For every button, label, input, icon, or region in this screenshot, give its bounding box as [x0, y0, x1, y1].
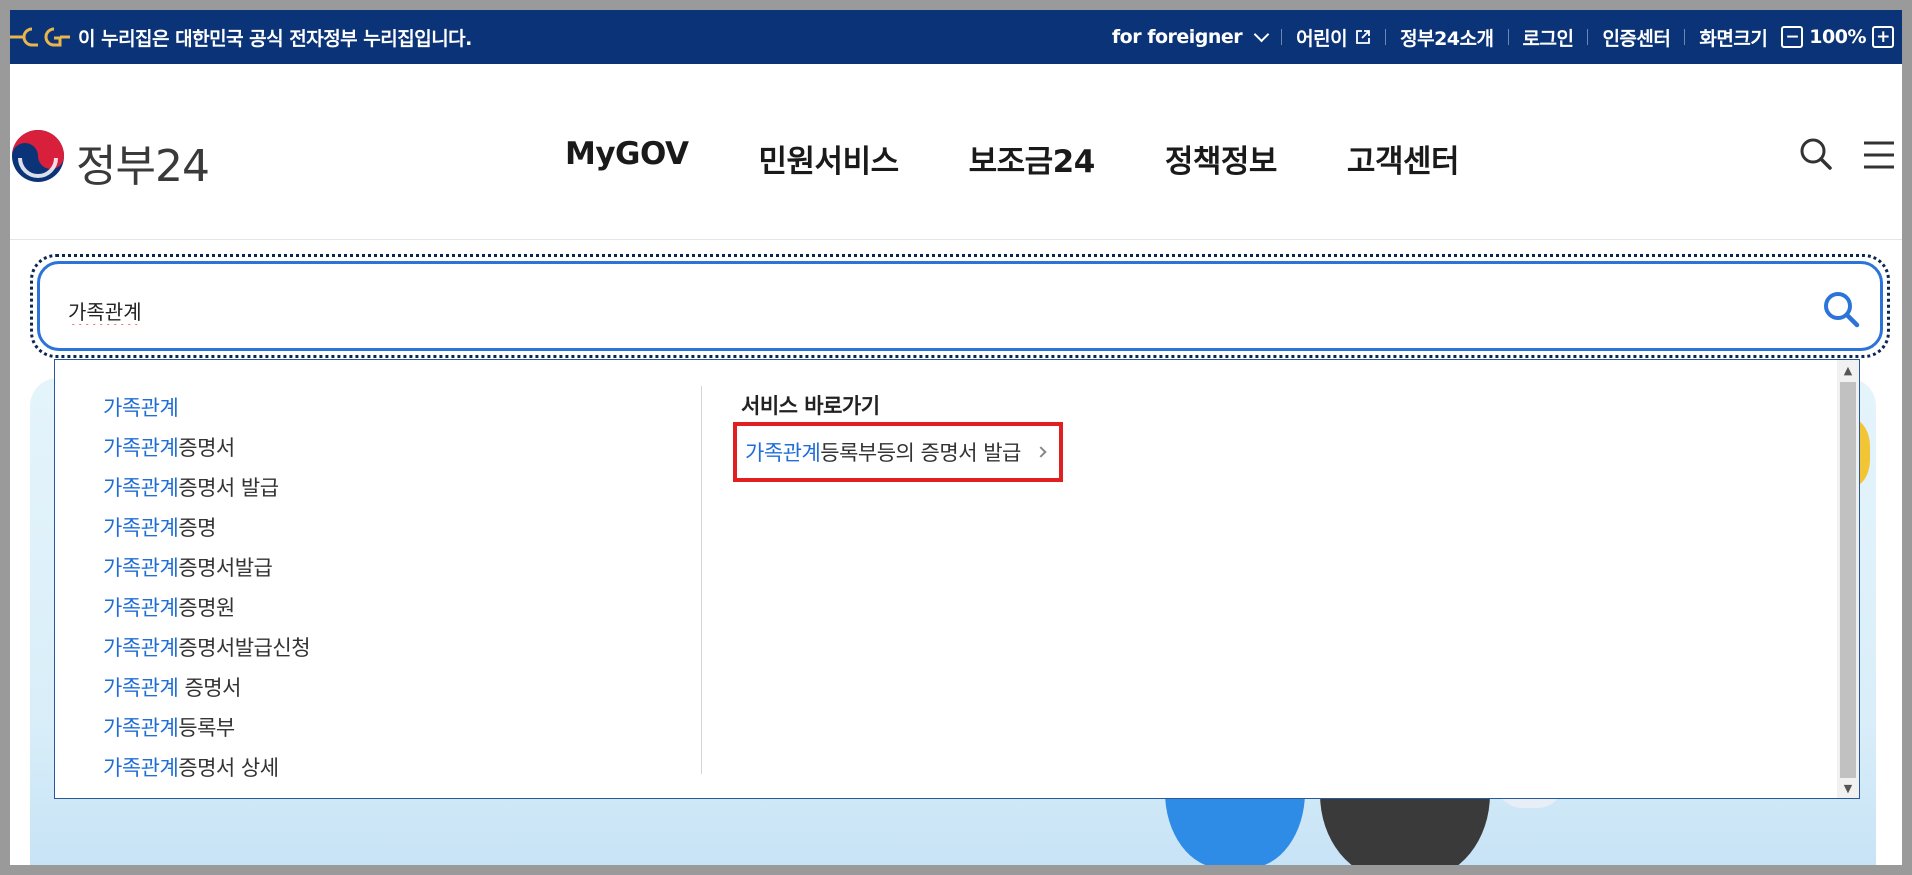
suggestion-item[interactable]: 가족관계등록부 [103, 708, 310, 748]
nav-subsidy[interactable]: 보조금24 [969, 136, 1096, 181]
suggestion-rest: 증명서 발급 [178, 476, 279, 500]
search-box [37, 261, 1883, 351]
suggestion-item[interactable]: 가족관계증명원 [103, 588, 310, 628]
search-icon[interactable] [1796, 134, 1836, 174]
gov-emblem-icon [10, 27, 70, 47]
scrollbar-thumb[interactable] [1840, 382, 1856, 778]
browser-viewport: 이 누리집은 대한민국 공식 전자정부 누리집입니다. for foreigne… [10, 10, 1902, 865]
suggestion-highlight: 가족관계 [103, 676, 179, 700]
suggestion-rest: 증명원 [178, 596, 235, 620]
screen-size-label: 화면크기 [1699, 27, 1768, 50]
hamburger-menu-icon[interactable] [1862, 138, 1896, 172]
utility-menu: for foreigner 어린이 정부24소개 로그인 인증센터 화면크기 −… [1112, 10, 1894, 64]
suggestion-rest: 증명 [178, 516, 216, 540]
suggestion-item[interactable]: 가족관계 증명서 [103, 668, 310, 708]
gov-notice-bar: 이 누리집은 대한민국 공식 전자정부 누리집입니다. for foreigne… [10, 10, 1902, 64]
for-foreigner-label: for foreigner [1111, 26, 1243, 48]
suggestion-item[interactable]: 가족관계증명서 발급 [103, 468, 310, 508]
nav-customer-center[interactable]: 고객센터 [1347, 136, 1460, 181]
suggestion-list: 가족관계 가족관계증명서 가족관계증명서 발급 가족관계증명 가족관계증명서발급… [103, 388, 311, 788]
scroll-up-arrow-icon[interactable]: ▲ [1837, 360, 1859, 380]
suggestion-rest: 증명서 [178, 436, 235, 460]
chevron-down-icon [1253, 26, 1270, 42]
service-shortcut-link[interactable]: 가족관계 등록부등의 증명서 발급 [733, 422, 1063, 482]
chevron-right-icon [1035, 446, 1047, 458]
column-divider [701, 386, 702, 774]
autocomplete-dropdown: 가족관계 가족관계증명서 가족관계증명서 발급 가족관계증명 가족관계증명서발급… [54, 359, 1860, 799]
services-shortcut-title: 서비스 바로가기 [741, 394, 880, 418]
scroll-down-arrow-icon[interactable]: ▼ [1837, 778, 1859, 798]
dropdown-scrollbar[interactable]: ▲ ▼ [1837, 360, 1859, 798]
suggestion-rest: 증명서 상세 [178, 756, 279, 780]
cert-center-link[interactable]: 인증센터 [1602, 24, 1670, 51]
suggestion-rest: 증명서 [178, 676, 241, 700]
suggestion-item[interactable]: 가족관계증명서 [103, 428, 310, 468]
children-link[interactable]: 어린이 [1296, 24, 1371, 51]
suggestion-item[interactable]: 가족관계증명서 상세 [103, 748, 310, 788]
login-link[interactable]: 로그인 [1523, 24, 1574, 51]
gov-notice-text: 이 누리집은 대한민국 공식 전자정부 누리집입니다. [78, 28, 472, 50]
suggestion-highlight: 가족관계 [103, 516, 179, 540]
divider [1507, 29, 1509, 45]
taegeuk-logo-icon[interactable] [10, 128, 66, 184]
main-nav: MyGOV 민원서비스 보조금24 정책정보 고객센터 [565, 136, 1529, 181]
suggestion-highlight: 가족관계 [103, 716, 179, 740]
nav-mygov[interactable]: MyGOV [565, 136, 689, 181]
suggestion-highlight: 가족관계 [103, 476, 179, 500]
suggestion-highlight: 가족관계 [103, 436, 179, 460]
suggestion-rest: 증명서발급신청 [178, 636, 311, 660]
site-header: 정부24 MyGOV 민원서비스 보조금24 정책정보 고객센터 [10, 64, 1902, 240]
children-label: 어린이 [1296, 27, 1348, 50]
external-link-icon [1356, 30, 1371, 44]
divider [1281, 29, 1283, 45]
suggestion-highlight: 가족관계 [103, 556, 179, 580]
search-input[interactable] [68, 288, 1768, 332]
site-logo-text[interactable]: 정부24 [76, 130, 210, 194]
search-focus-ring [30, 254, 1890, 358]
zoom-value: 100% [1809, 26, 1866, 48]
divider [1385, 29, 1387, 45]
divider [1684, 29, 1686, 45]
zoom-out-button[interactable]: − [1781, 26, 1804, 48]
suggestion-rest: 등록부 [178, 716, 235, 740]
suggestion-item[interactable]: 가족관계증명서발급신청 [103, 628, 311, 668]
suggestion-highlight: 가족관계 [103, 756, 179, 780]
zoom-in-button[interactable]: + [1872, 26, 1894, 48]
divider [1587, 29, 1589, 45]
suggestion-item[interactable]: 가족관계증명 [103, 508, 310, 548]
suggestion-rest: 증명서발급 [178, 556, 273, 580]
service-link-rest: 등록부등의 증명서 발급 [820, 441, 1021, 465]
suggestion-item[interactable]: 가족관계증명서발급 [103, 548, 310, 588]
nav-civil-service[interactable]: 민원서비스 [759, 136, 900, 181]
nav-policy-info[interactable]: 정책정보 [1165, 136, 1278, 181]
service-link-highlight: 가족관계 [745, 441, 821, 465]
suggestion-highlight: 가족관계 [103, 396, 179, 420]
about-link[interactable]: 정부24소개 [1400, 24, 1494, 51]
search-submit-icon[interactable] [1820, 288, 1862, 330]
suggestion-highlight: 가족관계 [103, 596, 179, 620]
suggestion-highlight: 가족관계 [103, 636, 179, 660]
suggestion-item[interactable]: 가족관계 [103, 388, 310, 428]
for-foreigner-button[interactable]: for foreigner [1111, 26, 1270, 48]
